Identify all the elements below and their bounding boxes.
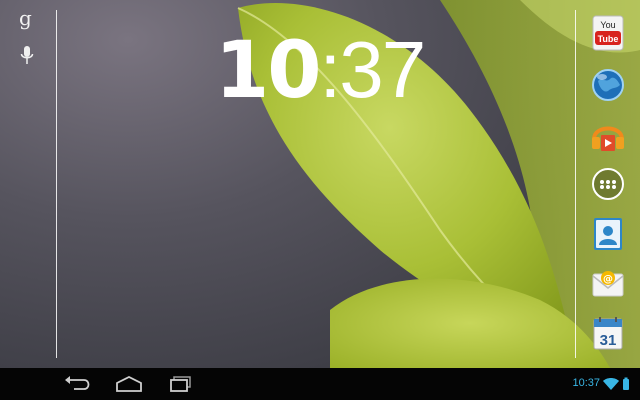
dock-divider xyxy=(575,10,576,358)
all-apps-icon[interactable] xyxy=(588,164,628,204)
clock-separator: : xyxy=(319,26,342,114)
contacts-icon[interactable] xyxy=(588,214,628,254)
clock-minutes: 37 xyxy=(339,25,426,114)
status-clock: 10:37 xyxy=(572,377,600,389)
svg-text:@: @ xyxy=(603,274,613,285)
email-icon[interactable]: @ xyxy=(588,264,628,304)
system-bar: 10:37 xyxy=(0,368,640,400)
home-screen: g 10:37 You Tube @ 31 10:37 xyxy=(0,0,640,400)
battery-icon xyxy=(623,377,629,390)
youtube-label-top: You xyxy=(600,20,615,30)
youtube-label-bottom: Tube xyxy=(598,34,619,44)
wifi-icon xyxy=(603,378,619,390)
calendar-icon[interactable]: 31 xyxy=(588,314,628,354)
clock-widget[interactable]: 10:37 xyxy=(215,30,426,111)
voice-search-icon[interactable] xyxy=(20,46,34,66)
play-music-icon[interactable] xyxy=(588,115,628,155)
left-panel-divider xyxy=(56,10,57,358)
recent-apps-icon[interactable] xyxy=(164,374,198,394)
browser-globe-icon[interactable] xyxy=(588,65,628,105)
youtube-icon[interactable]: You Tube xyxy=(588,14,628,54)
google-search-button[interactable]: g xyxy=(19,6,32,30)
calendar-day: 31 xyxy=(600,332,617,349)
status-indicators[interactable] xyxy=(602,376,630,392)
home-icon[interactable] xyxy=(112,374,146,394)
clock-hours: 10 xyxy=(215,26,322,116)
back-icon[interactable] xyxy=(60,374,94,394)
